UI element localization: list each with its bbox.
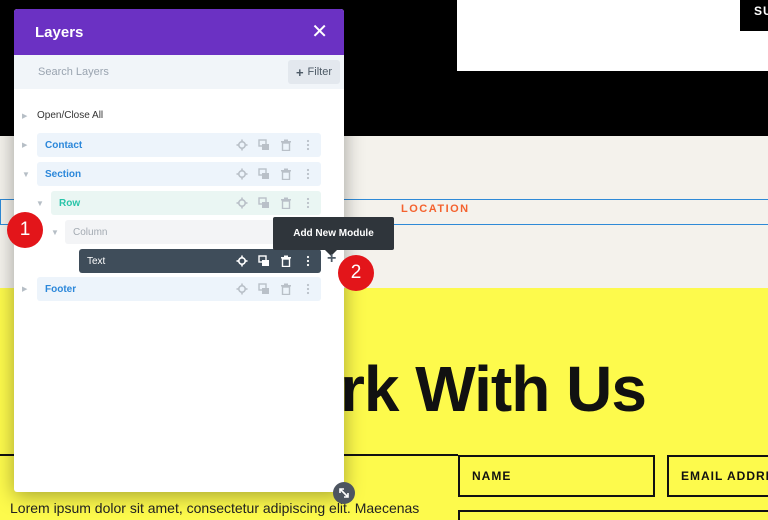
layer-bar[interactable]: Section: [37, 162, 321, 186]
layer-label: Footer: [45, 283, 77, 295]
layer-item-row[interactable]: ▼ Row: [14, 191, 344, 215]
trash-icon[interactable]: [279, 138, 293, 152]
layer-label: Section: [45, 168, 82, 180]
caret-down-icon[interactable]: ▼: [51, 228, 66, 237]
layer-label: Column: [73, 226, 108, 238]
caret-down-icon[interactable]: ▼: [22, 170, 37, 179]
duplicate-icon[interactable]: [257, 254, 271, 268]
gear-icon[interactable]: [235, 167, 249, 181]
layer-bar[interactable]: Contact: [37, 133, 321, 157]
resize-icon[interactable]: [333, 482, 355, 504]
duplicate-icon[interactable]: [257, 196, 271, 210]
trash-icon[interactable]: [279, 196, 293, 210]
duplicate-icon[interactable]: [257, 282, 271, 296]
hero-heading: rk With Us: [340, 353, 647, 425]
layer-actions: [235, 191, 315, 215]
layer-item-text[interactable]: Text: [14, 249, 344, 273]
layer-item-contact[interactable]: ▶ Contact: [14, 133, 344, 157]
layer-item-section[interactable]: ▼ Section: [14, 162, 344, 186]
trash-icon[interactable]: [279, 282, 293, 296]
gear-icon[interactable]: [235, 282, 249, 296]
trash-icon[interactable]: [279, 167, 293, 181]
plus-icon[interactable]: +: [327, 251, 336, 267]
open-close-all-label: Open/Close All: [37, 110, 104, 121]
more-icon[interactable]: [301, 196, 315, 210]
gear-icon[interactable]: [235, 254, 249, 268]
gear-icon[interactable]: [235, 196, 249, 210]
layer-actions: [235, 133, 315, 157]
email-field[interactable]: EMAIL ADDRE: [667, 455, 768, 497]
layer-label: Text: [87, 255, 106, 267]
message-field[interactable]: [458, 510, 768, 520]
caret-right-icon[interactable]: ▶: [22, 285, 37, 293]
layer-actions: [235, 162, 315, 186]
search-bar: + Filter: [14, 55, 344, 89]
add-module-tooltip: Add New Module: [273, 217, 394, 256]
header-white-block: [457, 0, 768, 71]
duplicate-icon[interactable]: [257, 138, 271, 152]
layer-actions: [235, 277, 315, 301]
body-text: Lorem ipsum dolor sit amet, consectetur …: [10, 500, 420, 516]
more-icon[interactable]: [301, 254, 315, 268]
layers-panel-header[interactable]: Layers ✕: [14, 9, 344, 55]
duplicate-icon[interactable]: [257, 167, 271, 181]
caret-down-icon[interactable]: ▼: [36, 199, 51, 208]
close-icon[interactable]: ✕: [311, 22, 328, 42]
caret-right-icon: ▶: [22, 112, 28, 120]
plus-icon: +: [295, 64, 304, 80]
filter-button[interactable]: + Filter: [287, 60, 340, 84]
step-badge-2: 2: [338, 255, 374, 291]
search-input[interactable]: [38, 66, 238, 78]
more-icon[interactable]: [301, 138, 315, 152]
layer-item-footer[interactable]: ▶ Footer: [14, 277, 344, 301]
open-close-all[interactable]: ▶ Open/Close All: [22, 110, 103, 121]
layer-label: Row: [59, 197, 81, 209]
name-field[interactable]: NAME: [458, 455, 655, 497]
layer-actions: [235, 249, 315, 273]
layer-bar[interactable]: Footer: [37, 277, 321, 301]
layer-label: Contact: [45, 139, 83, 151]
layer-bar-selected[interactable]: Text: [79, 249, 321, 273]
email-field-label: EMAIL ADDRE: [681, 469, 768, 483]
more-icon[interactable]: [301, 282, 315, 296]
filter-label: Filter: [307, 66, 332, 78]
trash-icon[interactable]: [279, 254, 293, 268]
subscribe-button[interactable]: SU: [740, 0, 768, 31]
layers-panel-title: Layers: [35, 23, 84, 41]
more-icon[interactable]: [301, 167, 315, 181]
caret-right-icon[interactable]: ▶: [22, 141, 37, 149]
location-label: LOCATION: [401, 203, 470, 215]
layer-bar[interactable]: Row: [51, 191, 321, 215]
step-badge-1: 1: [7, 212, 43, 248]
gear-icon[interactable]: [235, 138, 249, 152]
name-field-label: NAME: [472, 469, 512, 483]
layers-panel: Layers ✕ + Filter ▶ Open/Close All ▶ Con…: [14, 9, 344, 492]
